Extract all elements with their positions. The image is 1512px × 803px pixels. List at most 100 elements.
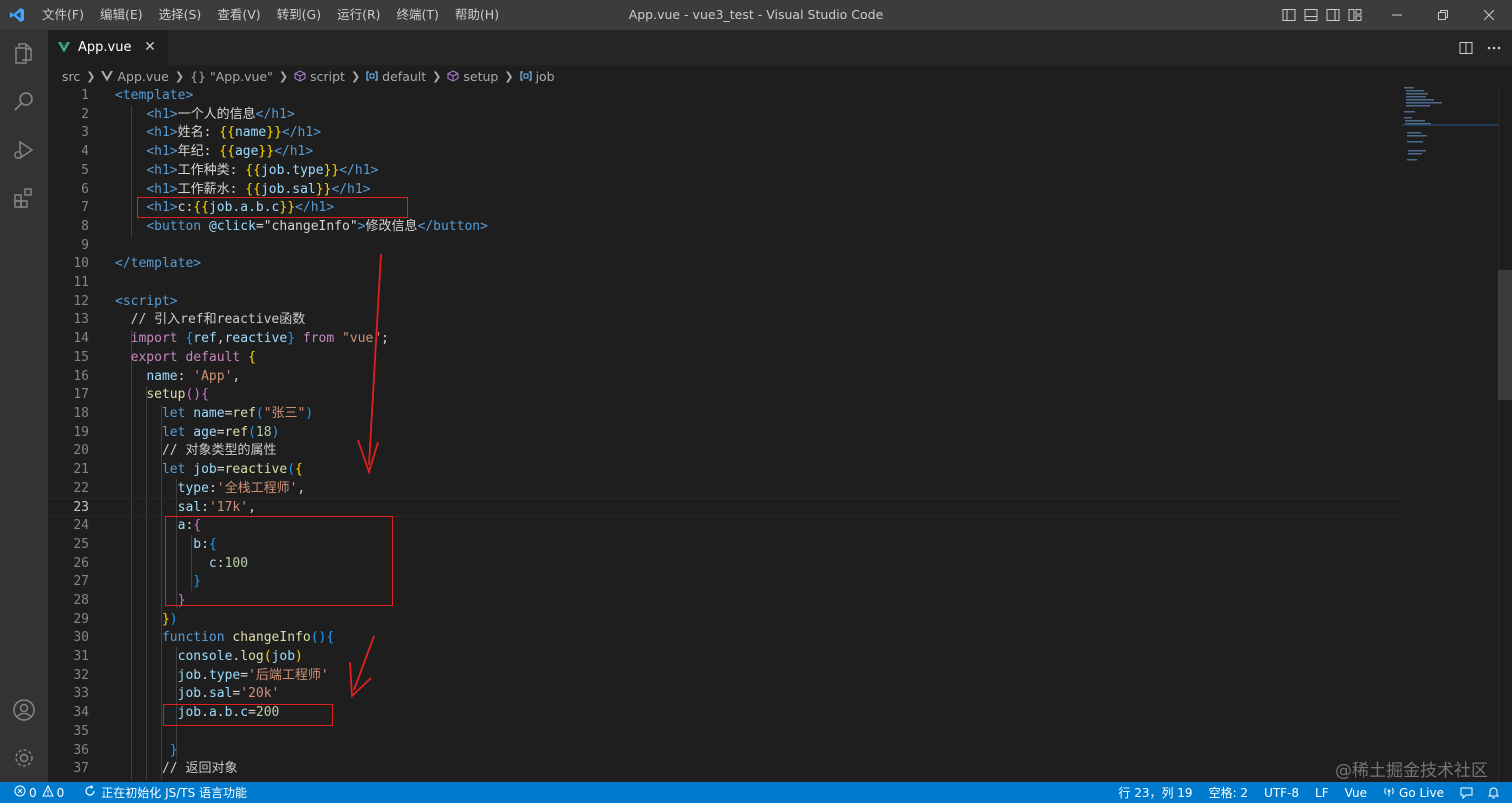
code-line[interactable]: 16 name: 'App', <box>48 368 1404 387</box>
menu-item[interactable]: 编辑(E) <box>92 0 151 30</box>
code-line[interactable]: 20 // 对象类型的属性 <box>48 442 1404 461</box>
code-token: = <box>216 462 225 477</box>
menu-item[interactable]: 帮助(H) <box>447 0 507 30</box>
code-line[interactable]: 17 setup(){ <box>48 386 1404 405</box>
variable-icon <box>519 70 532 82</box>
code-token: 修改信息 <box>365 218 418 234</box>
scrollbar-thumb[interactable] <box>1498 270 1512 400</box>
code-line[interactable]: 23 sal:'17k', <box>48 498 1404 518</box>
line-number: 24 <box>73 518 89 534</box>
code-line[interactable]: 5 <h1>工作种类: {{job.type}}</h1> <box>48 162 1404 181</box>
explorer-icon[interactable] <box>0 30 48 78</box>
code-line[interactable]: 9 <box>48 237 1404 256</box>
line-number: 36 <box>73 742 89 758</box>
run-debug-icon[interactable] <box>0 126 48 174</box>
menu-item[interactable]: 终端(T) <box>389 0 447 30</box>
code-token: = <box>255 218 264 234</box>
code-line[interactable]: 14 import {ref,reactive} from "vue"; <box>48 330 1404 349</box>
indentation[interactable]: 空格: 2 <box>1201 782 1257 803</box>
code-token: ) <box>169 611 178 627</box>
problems-indicator[interactable]: 0 0 <box>0 782 70 803</box>
notifications-icon[interactable] <box>1481 782 1512 803</box>
code-token: reactive <box>224 462 288 477</box>
code-token: @click <box>208 218 256 234</box>
vscode-logo-icon <box>0 0 34 30</box>
code-content: <h1>工作种类: {{job.type}}</h1> <box>115 162 378 181</box>
breadcrumb-item-file[interactable]: App.vue <box>117 69 168 84</box>
menu-item[interactable]: 选择(S) <box>151 0 210 30</box>
code-line[interactable]: 19 let age=ref(18) <box>48 424 1404 443</box>
more-actions-icon[interactable] <box>1480 30 1508 65</box>
code-line[interactable]: 4 <h1>年纪: {{age}}</h1> <box>48 143 1404 162</box>
code-line[interactable]: 21 let job=reactive({ <box>48 461 1404 480</box>
menu-item[interactable]: 查看(V) <box>209 0 268 30</box>
code-token: {{ <box>219 144 235 160</box>
code-line[interactable]: 30 function changeInfo(){ <box>48 629 1404 648</box>
menu-item[interactable]: 转到(G) <box>269 0 329 30</box>
extensions-icon[interactable] <box>0 174 48 222</box>
code-editor[interactable]: 1 <template> 2 <h1>一个人的信息</h1> 3 <h1>姓名: {{… <box>48 87 1512 782</box>
code-content: let age=ref(18) <box>115 424 279 443</box>
breadcrumb-item-script[interactable]: script <box>310 69 345 84</box>
cursor-position[interactable]: 行 23，列 19 <box>1110 782 1200 803</box>
go-live-button[interactable]: Go Live <box>1375 782 1452 803</box>
vertical-scrollbar[interactable] <box>1498 87 1512 782</box>
code-content: // 返回对象 <box>115 760 237 779</box>
code-content: }) <box>115 611 178 630</box>
code-line[interactable]: 12 <script> <box>48 293 1404 312</box>
line-number: 3 <box>81 125 89 141</box>
code-token: job <box>177 667 202 683</box>
code-line[interactable]: 13 // 引入ref和reactive函数 <box>48 311 1404 330</box>
language-service-status[interactable]: 正在初始化 JS/TS 语言功能 <box>78 782 253 803</box>
split-editor-icon[interactable] <box>1452 30 1480 65</box>
code-line[interactable]: 8 <button @click="changeInfo">修改信息</butt… <box>48 218 1404 237</box>
code-line[interactable]: 36 } <box>48 742 1404 761</box>
code-line[interactable]: 3 <h1>姓名: {{name}}</h1> <box>48 124 1404 143</box>
feedback-icon[interactable] <box>1452 782 1481 803</box>
code-line[interactable]: 18 let name=ref("张三") <box>48 405 1404 424</box>
close-tab-icon[interactable]: ✕ <box>142 39 158 55</box>
code-line[interactable]: 31 console.log(job) <box>48 648 1404 667</box>
end-of-line[interactable]: LF <box>1307 782 1337 803</box>
code-line[interactable]: 1 <template> <box>48 87 1404 106</box>
watermark: @稀土掘金技术社区 <box>1335 761 1488 781</box>
breadcrumb-item-default[interactable]: default <box>382 69 426 84</box>
menu-item[interactable]: 文件(F) <box>34 0 92 30</box>
code-token: // 返回对象 <box>161 761 238 777</box>
close-window-icon[interactable] <box>1466 0 1512 30</box>
breadcrumb-item-module[interactable]: {} "App.vue" <box>190 69 273 84</box>
code-line[interactable]: 11 <box>48 274 1404 293</box>
code-line[interactable]: 22 type:'全栈工程师', <box>48 480 1404 499</box>
toggle-panel-icon[interactable] <box>1300 0 1322 30</box>
language-mode[interactable]: Vue <box>1337 782 1375 803</box>
code-line[interactable]: 2 <h1>一个人的信息</h1> <box>48 106 1404 125</box>
toggle-secondary-sidebar-icon[interactable] <box>1322 0 1344 30</box>
code-line[interactable]: 32 job.type='后端工程师' <box>48 667 1404 686</box>
breadcrumb-item-setup[interactable]: setup <box>463 69 498 84</box>
search-icon[interactable] <box>0 78 48 126</box>
settings-gear-icon[interactable] <box>0 734 48 782</box>
tab-app-vue[interactable]: App.vue ✕ <box>48 30 168 65</box>
customize-layout-icon[interactable] <box>1344 0 1366 30</box>
minimize-icon[interactable] <box>1374 0 1420 30</box>
warning-icon <box>41 784 54 800</box>
code-line[interactable]: 37 // 返回对象 <box>48 760 1404 779</box>
encoding[interactable]: UTF-8 <box>1256 782 1307 803</box>
code-line[interactable]: 33 job.sal='20k' <box>48 685 1404 704</box>
code-line[interactable]: 10 </template> <box>48 255 1404 274</box>
toggle-primary-sidebar-icon[interactable] <box>1278 0 1300 30</box>
restore-icon[interactable] <box>1420 0 1466 30</box>
code-line[interactable]: 29 }) <box>48 611 1404 630</box>
cube-icon <box>294 70 306 82</box>
account-icon[interactable] <box>0 686 48 734</box>
code-line[interactable]: 15 export default { <box>48 349 1404 368</box>
minimap[interactable] <box>1402 87 1498 167</box>
menu-item[interactable]: 运行(R) <box>329 0 388 30</box>
breadcrumb-item-job[interactable]: job <box>536 69 555 84</box>
breadcrumb-item-src[interactable]: src <box>62 69 80 84</box>
code-token: = <box>216 424 225 440</box>
